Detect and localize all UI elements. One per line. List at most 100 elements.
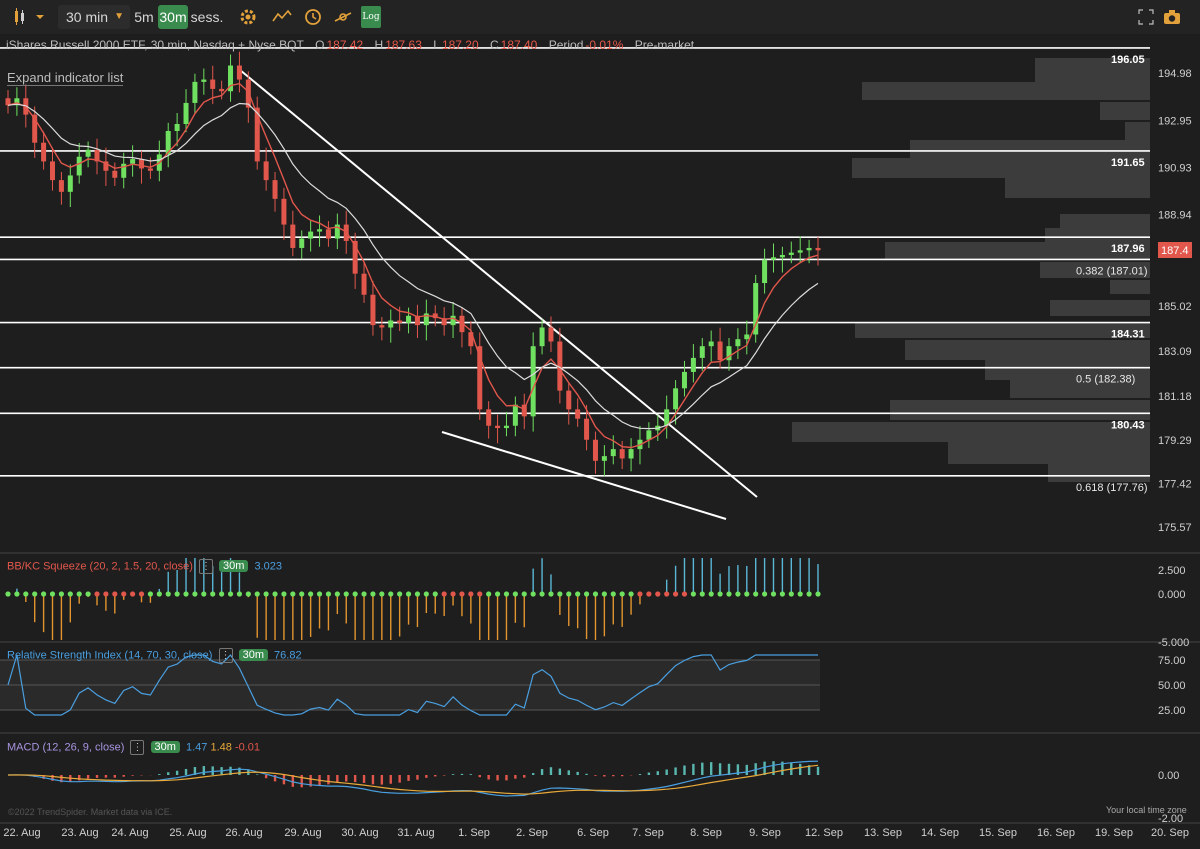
- price-tick-label: 194.98: [1158, 68, 1192, 80]
- trend-lines: [239, 69, 758, 520]
- rsi-value: 76.82: [274, 649, 302, 662]
- time-tick-label: 26. Aug: [225, 827, 262, 839]
- chart-header: iShares Russell 2000 ETF, 30 min, Nasdaq…: [6, 38, 702, 52]
- squeeze-dot: [414, 591, 421, 597]
- candle-body: [628, 449, 634, 459]
- candle-body: [744, 334, 750, 340]
- candle-body: [717, 341, 723, 361]
- volume-profile-bar: [855, 322, 1150, 338]
- squeeze-dot: [219, 591, 225, 597]
- instrument-title: iShares Russell 2000 ETF, 30 min, Nasdaq…: [6, 38, 304, 52]
- time-tick-label: 30. Aug: [341, 827, 378, 839]
- candle-body: [397, 320, 403, 323]
- high-value: 187.63: [385, 38, 422, 52]
- chart-canvas[interactable]: 196.05 191.65 187.96 0.382 (187.01) 184.31 0.…: [0, 0, 1200, 849]
- histogram-value: -0.01: [234, 741, 261, 754]
- squeeze-dot: [174, 591, 180, 597]
- time-tick-label: 9. Sep: [749, 827, 781, 839]
- rsi-name: Relative Strength Index (14, 70, 30, clo…: [7, 649, 213, 662]
- volume-profile-bar: [1100, 102, 1150, 120]
- candle-body: [486, 409, 492, 426]
- squeeze-dot: [566, 591, 572, 597]
- squeeze-dot: [103, 591, 109, 597]
- candle-body: [601, 456, 607, 461]
- squeeze-dot: [379, 591, 385, 597]
- candle-body: [50, 161, 56, 181]
- rsi-tick-label: 50.00: [1158, 680, 1186, 692]
- time-tick-label: 16. Sep: [1037, 827, 1075, 839]
- level-label: 180.43: [1111, 419, 1145, 431]
- more-options-icon[interactable]: ⋮: [130, 740, 145, 755]
- time-tick-label: 1. Sep: [458, 827, 490, 839]
- more-options-icon[interactable]: ⋮: [198, 559, 213, 574]
- price-tick-label: 175.57: [1158, 522, 1192, 534]
- squeeze-dot: [708, 591, 714, 597]
- candle-body: [308, 231, 314, 239]
- volume-profile-bar: [1110, 280, 1150, 294]
- squeeze-dot: [646, 591, 652, 597]
- candle-body: [325, 229, 331, 239]
- time-axis: 22. Aug 23. Aug 24. Aug 25. Aug 26. Aug 29. A…: [3, 827, 1189, 839]
- squeeze-dot: [744, 591, 750, 597]
- squeeze-dot: [530, 591, 536, 597]
- candle-body: [67, 175, 73, 192]
- squeeze-dot: [299, 591, 305, 597]
- time-tick-label: 20. Sep: [1151, 827, 1189, 839]
- squeeze-dot: [147, 591, 154, 597]
- squeeze-name: BB/KC Squeeze (20, 2, 1.5, 20, close): [7, 560, 193, 573]
- rsi-timeframe-badge: 30m: [238, 649, 268, 662]
- price-tick-label: 192.95: [1158, 115, 1192, 127]
- squeeze-dot: [210, 591, 216, 597]
- low-value: 187.20: [441, 38, 479, 52]
- price-tick-label: 183.09: [1158, 346, 1192, 358]
- squeeze-dot: [637, 591, 643, 597]
- candle-body: [379, 325, 385, 328]
- candle-body: [770, 257, 776, 260]
- candle-body: [762, 259, 768, 284]
- candle-body: [806, 247, 812, 251]
- candle-body: [779, 254, 785, 258]
- squeeze-dot: [539, 591, 545, 597]
- level-label: 0.382 (187.01): [1076, 265, 1148, 277]
- squeeze-dot: [23, 591, 29, 597]
- local-timezone-label: Your local time zone: [1106, 805, 1187, 815]
- moving-averages: [7, 82, 819, 449]
- squeeze-dot: [58, 591, 65, 597]
- session-status: Pre-market: [634, 38, 695, 52]
- candle-body: [592, 439, 598, 461]
- macd-name: MACD (12, 26, 9, close): [7, 741, 125, 754]
- candle-body: [290, 224, 296, 248]
- candle-body: [388, 320, 394, 328]
- price-tick-label: 179.29: [1158, 435, 1192, 447]
- volume-profile-bar: [1060, 214, 1150, 228]
- squeeze-dot: [779, 591, 785, 597]
- rsi-tick-label: 25.00: [1158, 705, 1186, 717]
- current-price-tag: 187.4: [1158, 242, 1192, 258]
- time-tick-label: 8. Sep: [690, 827, 722, 839]
- price-tick-label: 190.93: [1158, 163, 1192, 175]
- squeeze-dot: [397, 591, 403, 597]
- candle-body: [370, 294, 376, 326]
- rsi-tick-label: 75.00: [1158, 655, 1186, 667]
- volume-profile-bar: [910, 140, 1150, 158]
- candle-body: [530, 346, 536, 417]
- squeeze-dot: [325, 591, 332, 597]
- expand-indicator-list-link[interactable]: Expand indicator list: [7, 70, 124, 86]
- squeeze-dot: [548, 591, 554, 597]
- time-tick-label: 13. Sep: [864, 827, 902, 839]
- candle-body: [41, 142, 47, 162]
- squeeze-dot: [806, 591, 812, 597]
- squeeze-dot: [41, 591, 47, 597]
- more-options-icon[interactable]: ⋮: [218, 648, 233, 663]
- squeeze-dot: [477, 591, 483, 597]
- time-tick-label: 31. Aug: [397, 827, 434, 839]
- copyright: ©2022 TrendSpider. Market data via ICE.: [8, 807, 173, 817]
- candle-body: [584, 418, 590, 440]
- candle-body: [192, 81, 198, 103]
- squeeze-dot: [245, 591, 251, 597]
- squeeze-dot: [281, 591, 287, 597]
- squeeze-dot: [32, 591, 38, 597]
- squeeze-dot: [575, 591, 581, 597]
- squeeze-dot: [112, 591, 118, 597]
- time-tick-label: 7. Sep: [632, 827, 664, 839]
